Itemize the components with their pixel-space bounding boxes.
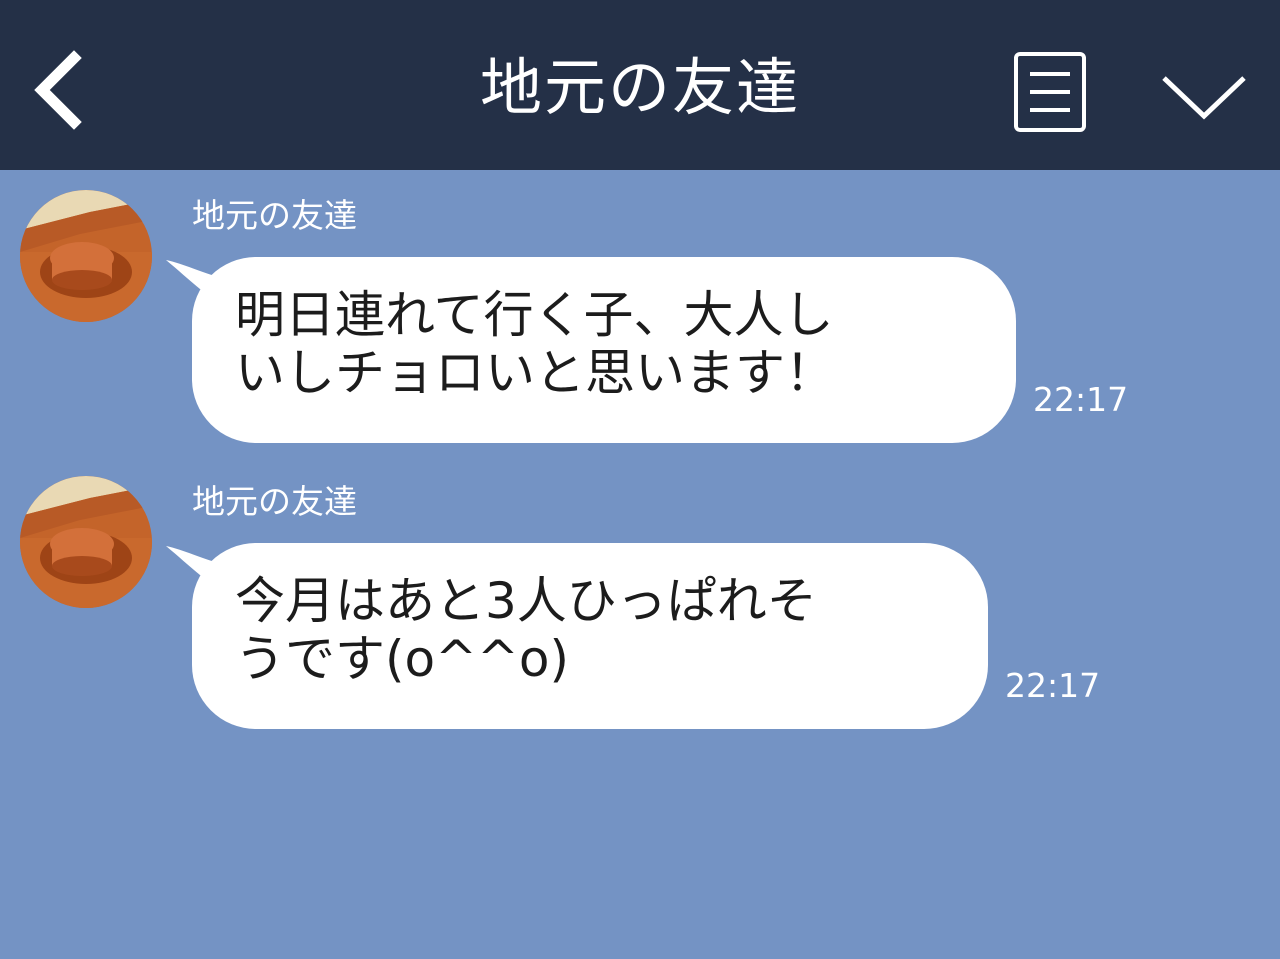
menu-list-icon <box>1014 52 1086 132</box>
chevron-left-icon <box>34 50 82 130</box>
avatar[interactable] <box>20 476 152 608</box>
back-button[interactable] <box>24 50 94 130</box>
message-bubble[interactable]: 今月はあと3人ひっぱれそ うです(o^^o) <box>192 543 988 729</box>
chevron-down-icon <box>1162 76 1246 120</box>
chat-header: 地元の友達 <box>0 0 1280 170</box>
avatar-image <box>20 190 152 322</box>
message-bubble[interactable]: 明日連れて行く子、大人し いしチョロいと思います！ <box>192 257 1016 443</box>
dropdown-button[interactable] <box>1158 62 1250 122</box>
message-time: 22:17 <box>1033 380 1129 419</box>
sender-name: 地元の友達 <box>192 196 357 235</box>
chat-title: 地元の友達 <box>479 51 800 124</box>
sender-name: 地元の友達 <box>192 482 357 521</box>
avatar-image <box>20 476 152 608</box>
avatar[interactable] <box>20 190 152 322</box>
menu-button[interactable] <box>1010 50 1092 136</box>
message-time: 22:17 <box>1005 666 1101 705</box>
